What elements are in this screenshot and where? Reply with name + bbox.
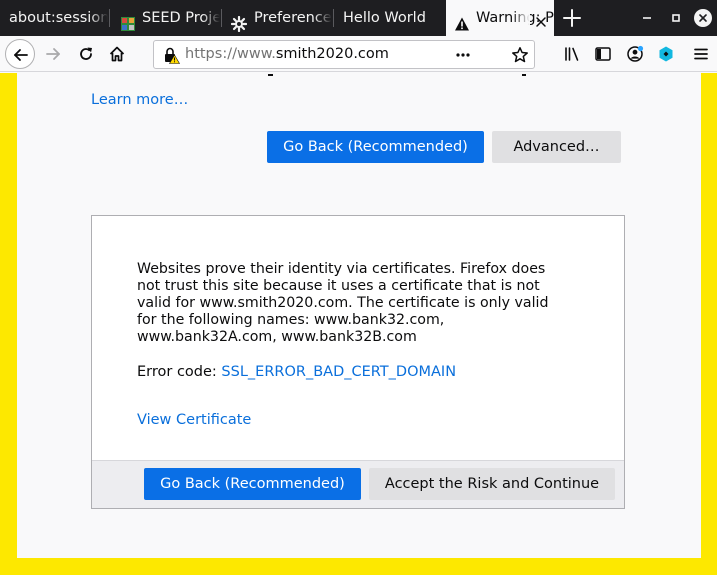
- certificate-description: Websites prove their identity via certif…: [137, 261, 549, 345]
- url-text[interactable]: https://www.smith2020.com: [185, 41, 389, 68]
- reload-button[interactable]: [72, 40, 100, 68]
- insecure-lock-icon[interactable]: [162, 46, 181, 64]
- tab-seed-project[interactable]: SEED Project: [110, 0, 220, 36]
- warning-icon: [454, 10, 470, 31]
- bookmark-star-icon[interactable]: [511, 46, 529, 64]
- learn-more-link[interactable]: Learn more…: [91, 92, 188, 108]
- menu-icon[interactable]: [689, 40, 713, 68]
- error-code-link[interactable]: SSL_ERROR_BAD_CERT_DOMAIN: [221, 364, 456, 380]
- tab-preferences[interactable]: Preferences: [222, 0, 332, 36]
- go-back-button[interactable]: Go Back (Recommended): [144, 468, 361, 500]
- tab-session-restore[interactable]: about:sessionrestore: [0, 0, 108, 36]
- advanced-details-panel: Websites prove their identity via certif…: [91, 215, 625, 509]
- tab-warning[interactable]: Warning: Potential Security Risk Ahead: [446, 0, 554, 36]
- tab-label: Hello World: [343, 10, 426, 26]
- sidebar-icon[interactable]: [589, 40, 617, 68]
- tab-strip: about:sessionrestore SEED Project Prefer…: [0, 0, 717, 36]
- extension-icon[interactable]: [652, 40, 680, 68]
- advanced-button[interactable]: Advanced…: [492, 131, 621, 163]
- account-icon[interactable]: [621, 40, 649, 68]
- close-window-icon[interactable]: [694, 9, 712, 27]
- url-bar[interactable]: https://www.smith2020.com: [153, 40, 535, 69]
- view-certificate-link[interactable]: View Certificate: [137, 412, 251, 428]
- minimize-icon[interactable]: [637, 8, 657, 28]
- error-code-line: Error code: SSL_ERROR_BAD_CERT_DOMAIN: [137, 364, 456, 380]
- seed-project-favicon-icon: [120, 10, 136, 31]
- clipped-text-fragment: [268, 74, 526, 76]
- panel-footer: Go Back (Recommended) Accept the Risk an…: [92, 460, 624, 508]
- page-actions-icon[interactable]: [454, 46, 472, 64]
- error-code-label: Error code:: [137, 364, 222, 380]
- close-tab-icon[interactable]: [532, 9, 550, 27]
- forward-button[interactable]: [39, 40, 67, 68]
- back-button[interactable]: [5, 39, 35, 69]
- navigation-toolbar: https://www.smith2020.com: [0, 36, 717, 72]
- tab-hello-world[interactable]: Hello World: [334, 0, 444, 36]
- restore-icon[interactable]: [666, 8, 686, 28]
- library-icon[interactable]: [558, 40, 586, 68]
- new-tab-icon[interactable]: [560, 6, 584, 30]
- gear-icon: [230, 10, 248, 33]
- go-back-button[interactable]: Go Back (Recommended): [267, 131, 484, 163]
- accept-risk-button[interactable]: Accept the Risk and Continue: [369, 468, 615, 500]
- home-button[interactable]: [103, 40, 131, 68]
